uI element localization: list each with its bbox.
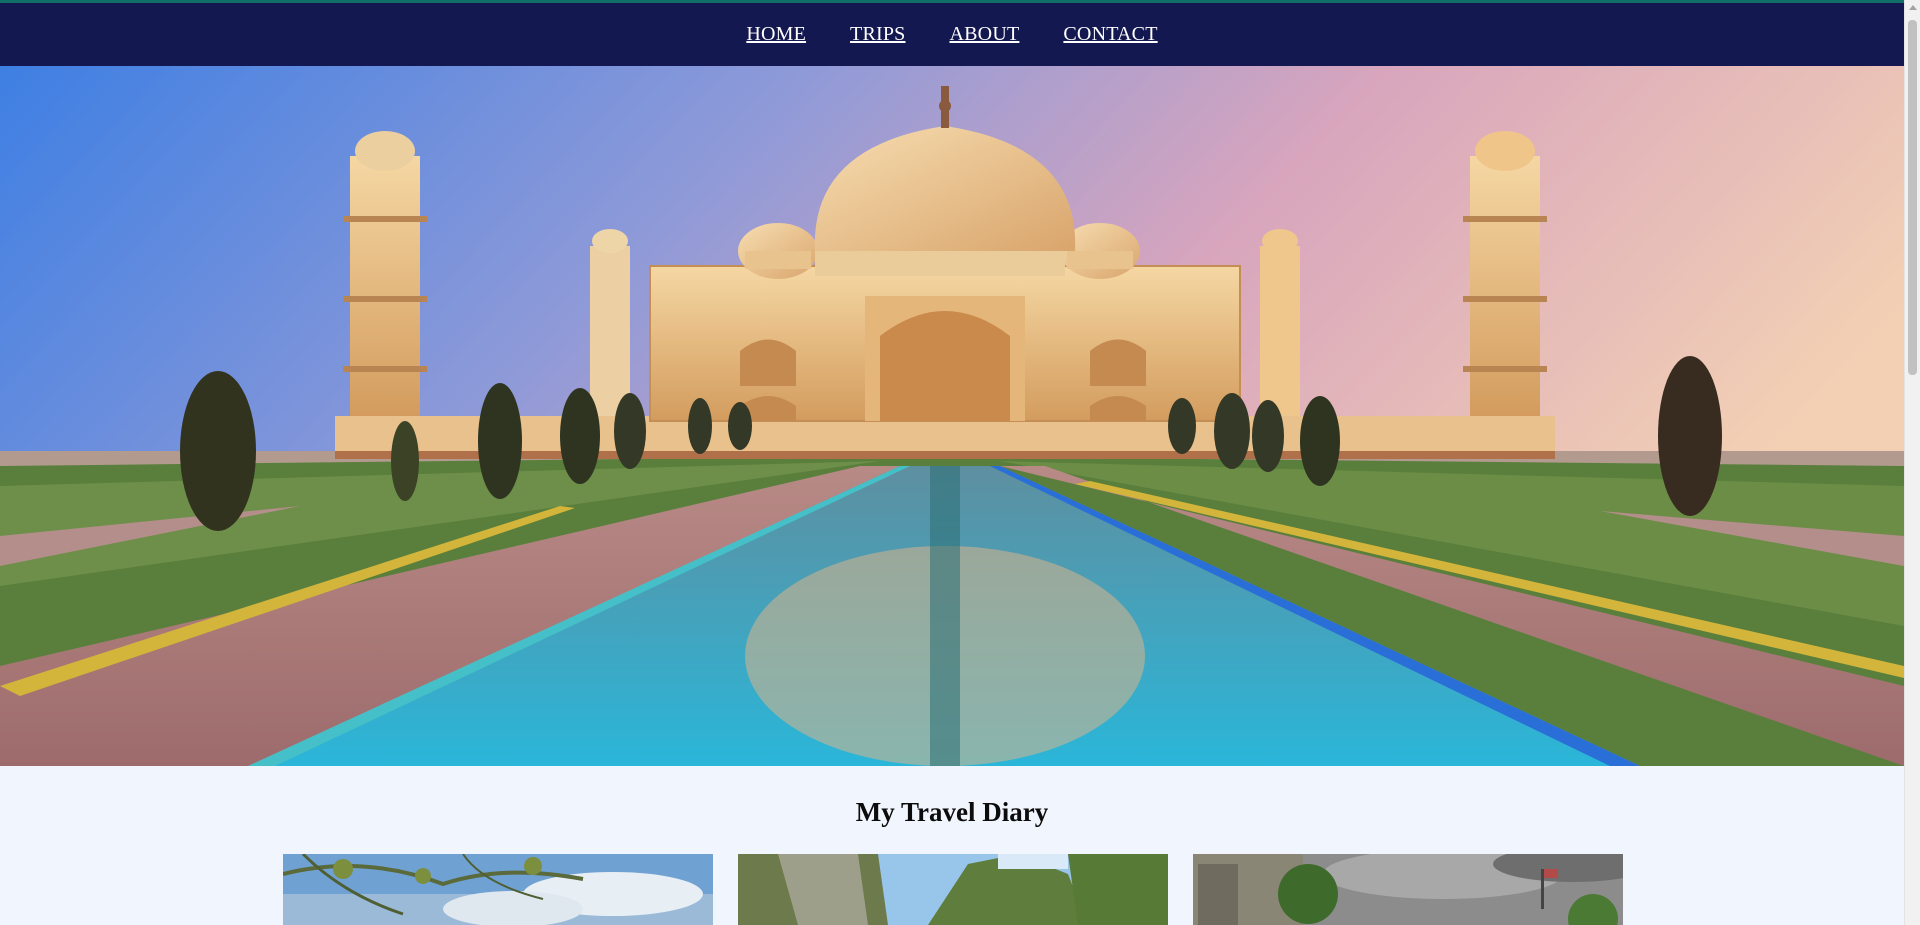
scroll-up-arrow-icon[interactable] [1909,5,1917,10]
trip-card-image-1[interactable] [283,854,713,925]
main-navbar: HOME TRIPS ABOUT CONTACT [0,3,1904,66]
nav-link-home[interactable]: HOME [746,23,806,46]
nav-link-contact[interactable]: CONTACT [1063,23,1157,46]
nav-link-trips[interactable]: TRIPS [850,23,905,46]
trip-cards [283,854,1623,925]
trip-card-image-3[interactable] [1193,854,1623,925]
page-title: My Travel Diary [855,797,1049,827]
nav-link-about[interactable]: ABOUT [950,23,1020,46]
trip-card-image-2[interactable] [738,854,1168,925]
scrollbar-thumb[interactable] [1908,20,1917,375]
page-scrollbar[interactable] [1904,0,1920,925]
hero-image-taj-mahal [0,66,1904,766]
